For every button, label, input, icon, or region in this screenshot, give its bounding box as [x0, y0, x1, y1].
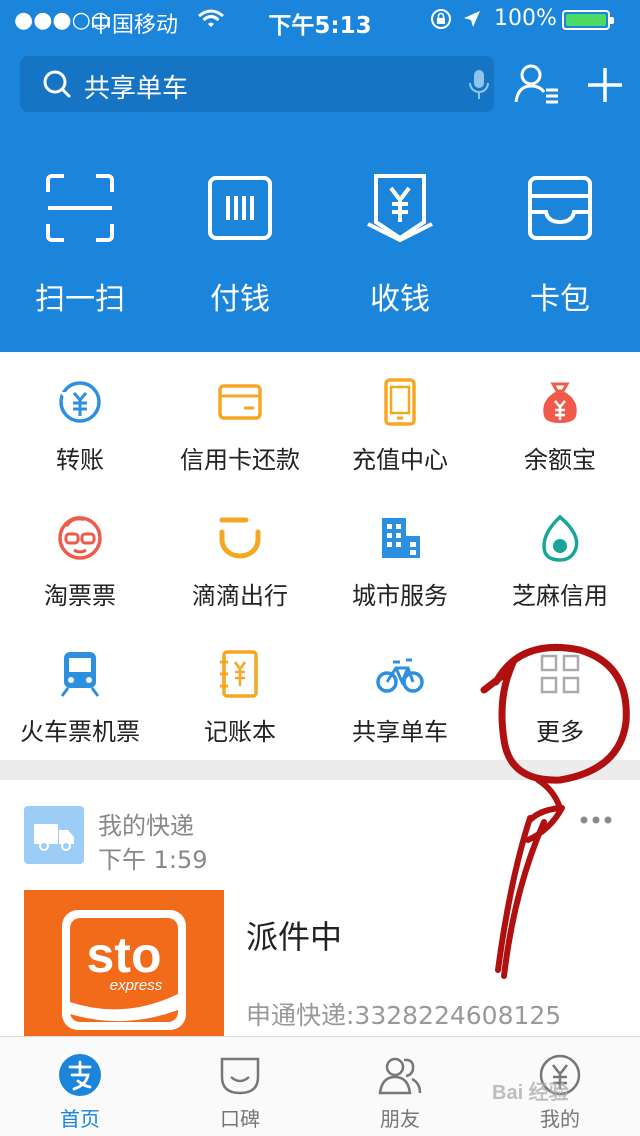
- card-wallet-icon: [528, 176, 592, 240]
- movie-ticket-icon: [58, 516, 102, 560]
- logo-subtext: express: [110, 977, 163, 994]
- tab-label: 口碑: [220, 1107, 260, 1131]
- didi-icon: [219, 517, 261, 559]
- ledger-icon: [220, 650, 258, 698]
- grid-item-train-ticket[interactable]: 火车票机票: [0, 650, 160, 760]
- pay-barcode-icon: [208, 176, 272, 240]
- receive-money-icon: [367, 174, 433, 243]
- delivery-status: 派件中: [246, 918, 343, 956]
- more-options-icon[interactable]: [578, 814, 614, 826]
- more-grid-icon: [540, 654, 580, 694]
- grid-item-movie-ticket[interactable]: 淘票票: [0, 514, 160, 624]
- microphone-icon[interactable]: [466, 68, 492, 102]
- delivery-truck-icon: [24, 806, 84, 864]
- grid-item-ledger[interactable]: 记账本: [160, 650, 320, 760]
- grid-label: 余额宝: [524, 446, 596, 474]
- grid-item-phone-topup[interactable]: 充值中心: [320, 378, 480, 488]
- rotation-lock-icon: [431, 9, 451, 29]
- grid-label: 转账: [56, 446, 104, 474]
- credit-card-icon: [218, 384, 262, 420]
- koubei-icon: [220, 1057, 260, 1095]
- receive-money-label: 收钱: [370, 282, 430, 317]
- tab-label: 我的: [540, 1107, 580, 1131]
- alipay-home-icon: [59, 1054, 101, 1096]
- grid-item-shared-bike[interactable]: 共享单车: [320, 650, 480, 760]
- header: ●●●○○ 中国移动 下午5:13 100% 共享单车 扫一扫 付钱 收钱 卡包: [0, 0, 640, 352]
- scan-label: 扫一扫: [35, 282, 125, 317]
- search-placeholder: 共享单车: [84, 74, 189, 104]
- sto-express-logo[interactable]: sto express: [24, 890, 224, 1040]
- express-card-time: 下午 1:59: [98, 846, 208, 874]
- pay-label: 付钱: [210, 282, 270, 317]
- watermark: Bai 经验: [492, 1082, 569, 1104]
- search-bar[interactable]: 共享单车: [20, 56, 494, 112]
- card-wallet-button[interactable]: 卡包: [490, 172, 630, 322]
- grid-label: 更多: [536, 718, 584, 746]
- grid-label: 滴滴出行: [192, 582, 288, 610]
- grid-label: 充值中心: [352, 446, 448, 474]
- location-arrow-icon: [464, 11, 480, 27]
- grid-label: 共享单车: [352, 718, 448, 746]
- grid-label: 芝麻信用: [512, 582, 608, 610]
- grid-label: 城市服务: [352, 582, 448, 610]
- train-icon: [60, 652, 100, 697]
- grid-item-money-bag[interactable]: 余额宝: [480, 378, 640, 488]
- tracking-number: 申通快递:3328224608125: [246, 1001, 562, 1030]
- battery-icon: [562, 10, 614, 30]
- grid-label: 淘票票: [44, 582, 116, 610]
- receive-money-button[interactable]: 收钱: [330, 172, 470, 322]
- grid-item-sesame-credit[interactable]: 芝麻信用: [480, 514, 640, 624]
- grid-label: 记账本: [204, 718, 276, 746]
- grid-label: 火车票机票: [20, 718, 140, 746]
- tab-koubei[interactable]: 口碑: [160, 1037, 320, 1136]
- city-building-icon: [382, 518, 420, 558]
- scan-button[interactable]: 扫一扫: [10, 172, 150, 322]
- grid-item-transfer[interactable]: 转账: [0, 378, 160, 488]
- tab-label: 朋友: [380, 1107, 420, 1131]
- pay-button[interactable]: 付钱: [170, 172, 310, 322]
- bike-icon: [376, 658, 424, 693]
- add-icon[interactable]: [580, 60, 630, 110]
- tab-friends[interactable]: 朋友: [320, 1037, 480, 1136]
- section-divider: [0, 760, 640, 780]
- grid-item-credit-card[interactable]: 信用卡还款: [160, 378, 320, 488]
- battery-percent: 100%: [494, 6, 557, 31]
- grid-item-didi[interactable]: 滴滴出行: [160, 514, 320, 624]
- express-card-title: 我的快递: [98, 812, 194, 840]
- grid-label: 信用卡还款: [180, 446, 300, 474]
- grid-item-city-services[interactable]: 城市服务: [320, 514, 480, 624]
- grid-item-more[interactable]: 更多: [480, 650, 640, 760]
- tab-label: 首页: [60, 1107, 100, 1131]
- transfer-icon: [59, 381, 101, 423]
- friends-icon: [378, 1057, 422, 1095]
- sesame-credit-icon: [542, 514, 579, 562]
- search-icon: [43, 70, 71, 98]
- money-bag-icon: [543, 382, 577, 423]
- phone-topup-icon: [384, 378, 416, 426]
- card-wallet-label: 卡包: [530, 282, 590, 317]
- status-bar: ●●●○○ 中国移动 下午5:13 100%: [0, 0, 640, 40]
- tab-home[interactable]: 首页: [0, 1037, 160, 1136]
- scan-icon: [46, 174, 114, 242]
- logo-text: sto: [87, 927, 162, 983]
- contacts-icon[interactable]: [512, 60, 562, 110]
